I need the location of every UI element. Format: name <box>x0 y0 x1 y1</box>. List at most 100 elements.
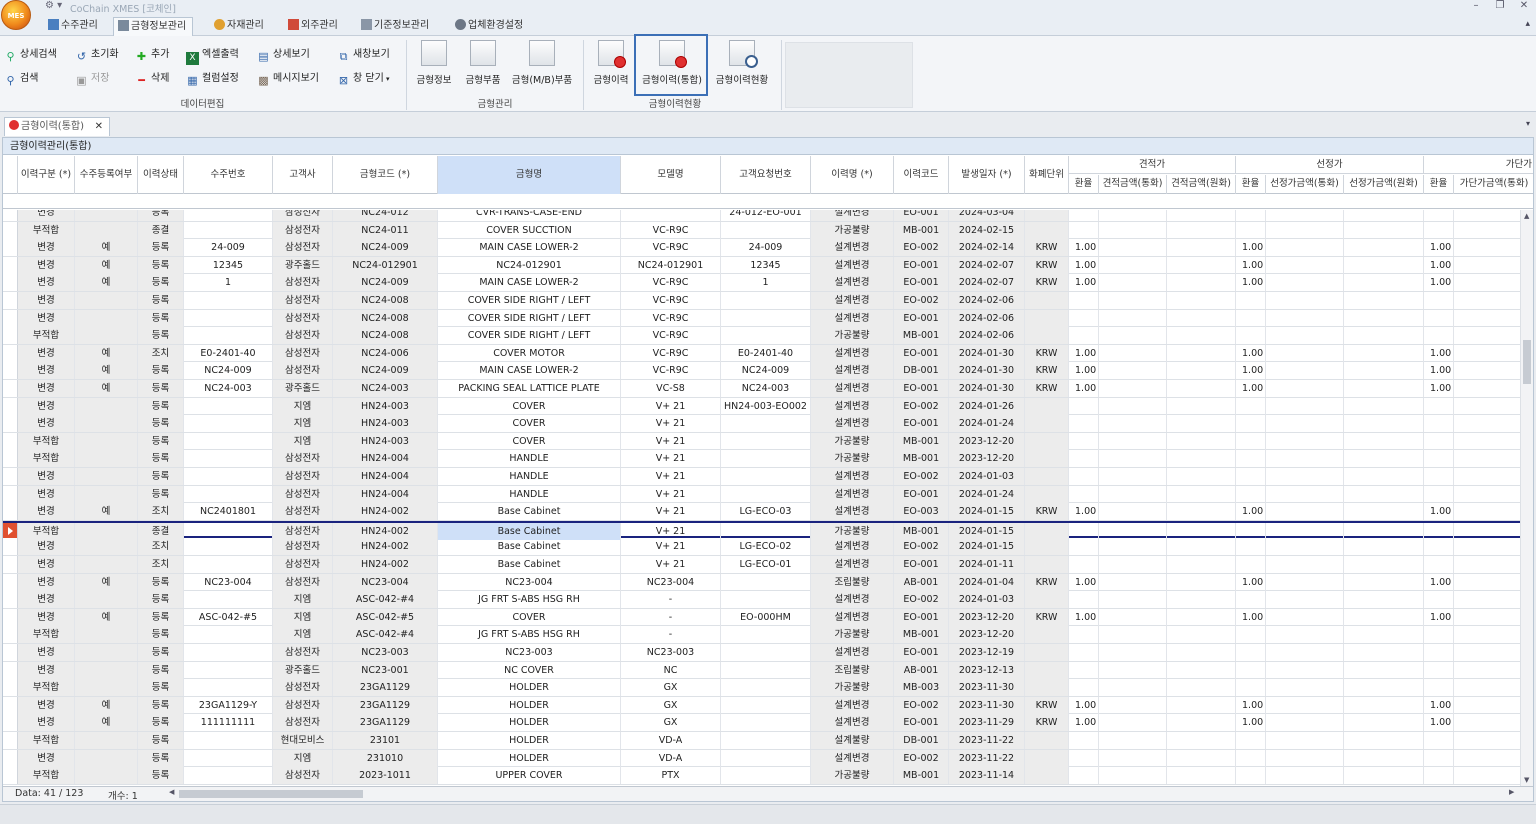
table-cell[interactable]: 등록 <box>138 696 184 714</box>
table-cell[interactable]: HOLDER <box>438 679 621 697</box>
table-cell[interactable]: 111111111 <box>184 714 273 732</box>
table-cell[interactable] <box>1069 556 1099 573</box>
table-cell[interactable] <box>1167 239 1236 257</box>
table-cell[interactable] <box>1454 750 1521 767</box>
table-row[interactable]: 변경 예 등록 NC23-004 삼성전자 NC23-004 NC23-004 NC23-00… <box>3 573 1521 592</box>
table-row[interactable]: 변경 등록 삼성전자 HN24-004 HANDLE V+ 21 설계변경 EO-002 202… <box>3 468 1521 486</box>
table-cell[interactable]: NC24-009 <box>333 274 438 292</box>
table-cell[interactable]: 변경 <box>18 309 75 327</box>
table-cell[interactable] <box>1025 468 1069 485</box>
table-cell[interactable] <box>721 221 811 239</box>
table-cell[interactable]: 변경 <box>18 696 75 714</box>
table-cell[interactable] <box>1344 309 1424 327</box>
table-cell[interactable]: NC24-009 <box>333 362 438 380</box>
table-cell[interactable] <box>184 432 273 450</box>
table-cell[interactable]: ASC-042-#5 <box>184 608 273 626</box>
table-cell[interactable] <box>1424 327 1454 345</box>
table-cell[interactable]: 등록 <box>138 591 184 609</box>
tab-dropdown-icon[interactable]: ▾ <box>1526 119 1530 128</box>
new-window-button[interactable]: ⧉ 새창보기 <box>337 46 390 64</box>
table-cell[interactable]: UPPER COVER <box>438 767 621 785</box>
table-cell[interactable]: 2024-03-04 <box>949 210 1025 221</box>
table-cell[interactable]: 등록 <box>138 485 184 503</box>
table-cell[interactable] <box>1099 732 1167 749</box>
table-cell[interactable]: 변경 <box>18 608 75 626</box>
table-cell[interactable] <box>1424 309 1454 327</box>
table-cell[interactable]: 삼성전자 <box>273 679 333 697</box>
table-cell[interactable] <box>184 221 273 239</box>
mold-info-button[interactable]: 금형정보 <box>412 40 456 94</box>
table-cell[interactable] <box>1266 538 1344 556</box>
table-cell[interactable] <box>1266 450 1344 468</box>
table-cell[interactable] <box>721 767 811 785</box>
table-cell[interactable] <box>1167 380 1236 397</box>
table-cell[interactable] <box>1025 749 1069 767</box>
table-cell[interactable] <box>1167 767 1236 785</box>
table-cell[interactable]: 삼성전자 <box>273 573 333 591</box>
table-cell[interactable] <box>1344 538 1424 556</box>
table-cell[interactable]: 변경 <box>18 714 75 732</box>
table-cell[interactable]: 등록 <box>138 292 184 309</box>
table-cell[interactable]: MB-001 <box>894 327 949 345</box>
table-cell[interactable]: NC24-009 <box>721 362 811 380</box>
table-cell[interactable] <box>1069 591 1099 609</box>
table-cell[interactable] <box>1099 608 1167 626</box>
table-cell[interactable] <box>1025 210 1069 221</box>
table-cell[interactable] <box>1266 767 1344 785</box>
table-cell[interactable]: 231010 <box>333 749 438 767</box>
table-cell[interactable]: - <box>621 591 721 609</box>
table-cell[interactable]: JG FRT S-ABS HSG RH <box>438 626 621 644</box>
table-cell[interactable]: 설계변경 <box>811 468 894 485</box>
table-cell[interactable] <box>721 591 811 609</box>
table-cell[interactable]: 지엠 <box>273 626 333 644</box>
table-cell[interactable]: 1.00 <box>1236 256 1266 274</box>
table-cell[interactable]: 23GA1129 <box>333 679 438 697</box>
table-row[interactable]: 부적합 종결 삼성전자 NC24-011 COVER SUCCTION VC-R9C 가공불… <box>3 221 1521 240</box>
table-cell[interactable] <box>75 644 138 661</box>
horizontal-scroll-thumb[interactable] <box>179 790 363 798</box>
table-cell[interactable] <box>1099 309 1167 327</box>
column-header[interactable]: 가단가금액(통화) <box>1454 175 1533 194</box>
table-cell[interactable]: 24-012-EO-001 <box>721 210 811 221</box>
table-cell[interactable]: 2023-11-22 <box>949 732 1025 749</box>
table-cell[interactable] <box>75 522 138 540</box>
table-cell[interactable]: EO-002 <box>894 292 949 309</box>
table-cell[interactable] <box>1424 749 1454 767</box>
table-cell[interactable] <box>1266 644 1344 661</box>
table-cell[interactable]: 등록 <box>138 767 184 785</box>
table-cell[interactable]: EO-002 <box>894 239 949 257</box>
table-cell[interactable] <box>1167 362 1236 380</box>
table-cell[interactable]: 변경 <box>18 274 75 292</box>
table-row[interactable]: 변경 예 등록 12345 광주홀드 NC24-012901 NC24-012901 NC24… <box>3 256 1521 275</box>
table-cell[interactable] <box>75 485 138 503</box>
table-row[interactable]: 변경 등록 지엠 231010 HOLDER VD-A 설계변경 EO-002 2023-11-… <box>3 749 1521 768</box>
table-cell[interactable]: HN24-003-EO002 <box>721 397 811 415</box>
table-cell[interactable] <box>1344 344 1424 362</box>
table-cell[interactable]: 등록 <box>138 626 184 644</box>
table-cell[interactable]: 설계변경 <box>811 556 894 573</box>
table-cell[interactable] <box>1344 556 1424 573</box>
table-cell[interactable]: 2023-1011 <box>333 767 438 785</box>
table-cell[interactable] <box>1454 626 1521 643</box>
table-cell[interactable]: 1.00 <box>1424 380 1454 397</box>
table-cell[interactable]: 2024-02-07 <box>949 274 1025 292</box>
table-cell[interactable]: 변경 <box>18 749 75 767</box>
table-cell[interactable]: 1.00 <box>1236 380 1266 397</box>
scroll-right-icon[interactable]: ▶ <box>1509 788 1514 796</box>
table-cell[interactable] <box>184 210 273 221</box>
table-row[interactable]: 변경 예 등록 NC24-009 삼성전자 NC24-009 MAIN CASE LOWER… <box>3 362 1521 380</box>
table-cell[interactable] <box>721 714 811 732</box>
table-cell[interactable]: VC-R9C <box>621 362 721 380</box>
table-cell[interactable]: 삼성전자 <box>273 696 333 714</box>
table-cell[interactable] <box>721 450 811 468</box>
table-cell[interactable] <box>1454 210 1521 221</box>
filter-row[interactable] <box>3 195 1533 209</box>
table-cell[interactable]: 2024-01-15 <box>949 522 1025 540</box>
table-cell[interactable] <box>1236 309 1266 327</box>
table-cell[interactable]: 삼성전자 <box>273 556 333 573</box>
table-cell[interactable] <box>1424 522 1454 540</box>
table-cell[interactable] <box>1344 767 1424 785</box>
table-cell[interactable]: 1.00 <box>1236 344 1266 362</box>
table-cell[interactable] <box>1424 468 1454 485</box>
table-cell[interactable]: 23GA1129 <box>333 696 438 714</box>
